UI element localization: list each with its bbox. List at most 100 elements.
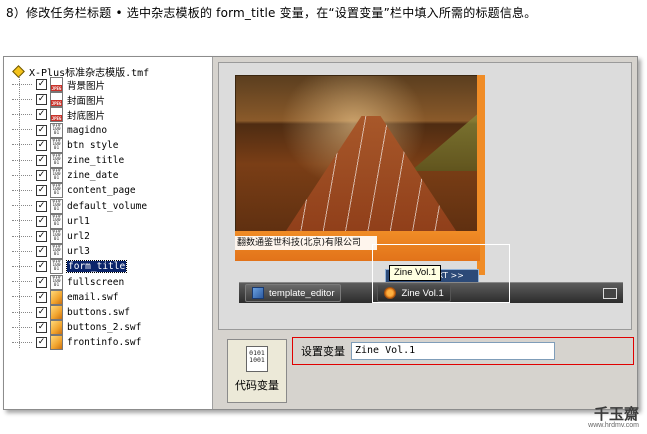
keyboard-icon[interactable]: [603, 288, 617, 299]
code-variable-icon: 010 100 01: [50, 259, 63, 275]
item-checkbox[interactable]: ✓: [36, 337, 47, 349]
tree-item-label: form_title: [65, 260, 128, 274]
tree-item[interactable]: ✓ 010 100 01 default_volume: [12, 198, 148, 214]
cover-photo: [235, 75, 482, 237]
tree-item-label: btn style: [67, 139, 119, 151]
image-file-icon: [50, 107, 63, 123]
item-checkbox[interactable]: ✓: [36, 155, 47, 166]
tree-item[interactable]: ✓ 010 100 01 url2: [12, 229, 90, 244]
item-checkbox[interactable]: ✓: [36, 185, 47, 197]
tree-connector-dots: [12, 98, 32, 101]
tree-item-label: zine_date: [67, 170, 119, 182]
tree-item[interactable]: ✓ 010 100 01 url1: [12, 213, 90, 229]
tree-item-label: url3: [67, 246, 90, 258]
tree-connector-dots: [12, 205, 32, 207]
tree-item[interactable]: ✓ 010 100 01 zine_title: [12, 153, 124, 168]
code-variable-icon: 010 100 01: [50, 274, 63, 290]
tree-connector-dots: [12, 174, 32, 177]
code-variable-icon: 010 100 01: [50, 198, 63, 214]
tree-item[interactable]: ✓ 010 100 01 form_title: [12, 259, 128, 275]
tree-item-label: zine_title: [67, 155, 125, 166]
code-variable-icon: 010 100 01: [50, 229, 63, 244]
tree-item[interactable]: ✓ 封面图片: [12, 92, 106, 108]
swf-file-icon: [50, 305, 63, 320]
item-checkbox[interactable]: ✓: [36, 261, 47, 273]
preview-area: 翻数通鉴世科技(北京)有限公司 下一页 NEXT >> template_edi…: [218, 62, 632, 330]
taskbar-item-label: template_editor: [269, 287, 335, 299]
item-checkbox[interactable]: ✓: [36, 170, 47, 182]
code-variable-icon: 010 100 01: [50, 168, 63, 184]
tree-connector-dots: [12, 129, 32, 131]
swf-file-icon: [50, 289, 63, 305]
tree-item[interactable]: ✓ 封底图片: [12, 107, 106, 123]
tree-item-label: url1: [67, 215, 90, 227]
tree-item[interactable]: ✓ 010 100 01 content_page: [12, 183, 136, 199]
tree-connector-dots: [12, 311, 32, 314]
item-checkbox[interactable]: ✓: [36, 276, 47, 288]
watermark-logo: 千玉齋 www.hrdmv.com: [588, 406, 639, 430]
set-variable-row: 设置变量 Zine Vol.1: [292, 337, 634, 365]
tree-connector-dots: [12, 296, 32, 298]
tree-item-label: 背景图片: [67, 80, 106, 92]
code-variable-label: 代码变量: [235, 379, 279, 392]
template-tree: X-Plus标准杂志模版.tmf ✓背景图片✓封面图片✓封底图片✓0101000…: [4, 57, 213, 409]
tree-item[interactable]: ✓ buttons_2.swf: [12, 320, 142, 336]
tree-item-label: content_page: [67, 185, 136, 197]
tree-connector-dots: [12, 113, 32, 116]
item-checkbox[interactable]: ✓: [36, 124, 47, 136]
image-file-icon: [50, 77, 63, 92]
tree-item-label: 封底图片: [67, 110, 106, 122]
tree-item[interactable]: ✓ buttons.swf: [12, 305, 130, 320]
tree-connector-dots: [12, 250, 32, 253]
code-file-icon: 0101 1001: [246, 346, 268, 372]
tree-item-label: url2: [67, 231, 90, 242]
code-variable-button[interactable]: 0101 1001 代码变量: [227, 339, 287, 403]
tree-item-label: buttons_2.swf: [67, 322, 142, 334]
code-variable-icon: 010 100 01: [50, 122, 63, 138]
variable-value-input[interactable]: Zine Vol.1: [351, 342, 555, 360]
tree-item-label: frontinfo.swf: [67, 337, 142, 349]
tree-item[interactable]: ✓ 010 100 01 url3: [12, 244, 90, 260]
tree-connector-dots: [12, 220, 32, 222]
tree-item-label: 封面图片: [67, 95, 106, 107]
taskbar-tooltip: Zine Vol.1: [389, 265, 442, 281]
item-checkbox[interactable]: ✓: [36, 139, 47, 151]
swf-file-icon: [50, 335, 63, 351]
taskbar-item-template-editor[interactable]: template_editor: [245, 284, 342, 302]
window-icon: [252, 287, 264, 299]
item-checkbox[interactable]: ✓: [36, 231, 47, 242]
item-checkbox[interactable]: ✓: [36, 200, 47, 212]
tree-item-label: magidno: [67, 124, 108, 136]
tree-item[interactable]: ✓ 010 100 01 fullscreen: [12, 274, 125, 290]
code-variable-icon: 010 100 01: [50, 244, 63, 260]
cover-grass: [411, 111, 481, 171]
tree-item-label: default_volume: [67, 200, 148, 212]
tree-item[interactable]: ✓ 010 100 01 zine_date: [12, 168, 119, 184]
watermark-name: 千玉齋: [593, 405, 639, 423]
swf-file-icon: [50, 320, 63, 336]
tree-connector-dots: [12, 144, 32, 146]
tree-item-label: fullscreen: [67, 276, 125, 288]
item-checkbox[interactable]: ✓: [36, 215, 47, 227]
tree-connector-dots: [12, 235, 32, 238]
item-checkbox[interactable]: ✓: [36, 322, 47, 334]
editor-panel: X-Plus标准杂志模版.tmf ✓背景图片✓封面图片✓封底图片✓0101000…: [3, 56, 638, 410]
tree-item[interactable]: ✓ 背景图片: [12, 77, 105, 92]
item-checkbox[interactable]: ✓: [36, 109, 47, 121]
tree-item[interactable]: ✓ email.swf: [12, 289, 118, 305]
code-variable-icon: 010 100 01: [50, 183, 63, 199]
tree-connector-dots: [12, 341, 32, 344]
code-variable-icon: 010 100 01: [50, 137, 63, 153]
item-checkbox[interactable]: ✓: [36, 79, 47, 90]
item-checkbox[interactable]: ✓: [36, 307, 47, 318]
item-checkbox[interactable]: ✓: [36, 94, 47, 106]
image-file-icon: [50, 92, 63, 108]
tree-item[interactable]: ✓ frontinfo.swf: [12, 335, 142, 351]
set-variable-label: 设置变量: [301, 345, 345, 358]
tree-item[interactable]: ✓ 010 100 01 btn style: [12, 137, 119, 153]
tree-connector-dots: [12, 265, 32, 268]
tree-item[interactable]: ✓ 010 100 01 magidno: [12, 122, 108, 138]
item-checkbox[interactable]: ✓: [36, 246, 47, 258]
item-checkbox[interactable]: ✓: [36, 291, 47, 303]
tree-connector-dots: [12, 83, 32, 86]
